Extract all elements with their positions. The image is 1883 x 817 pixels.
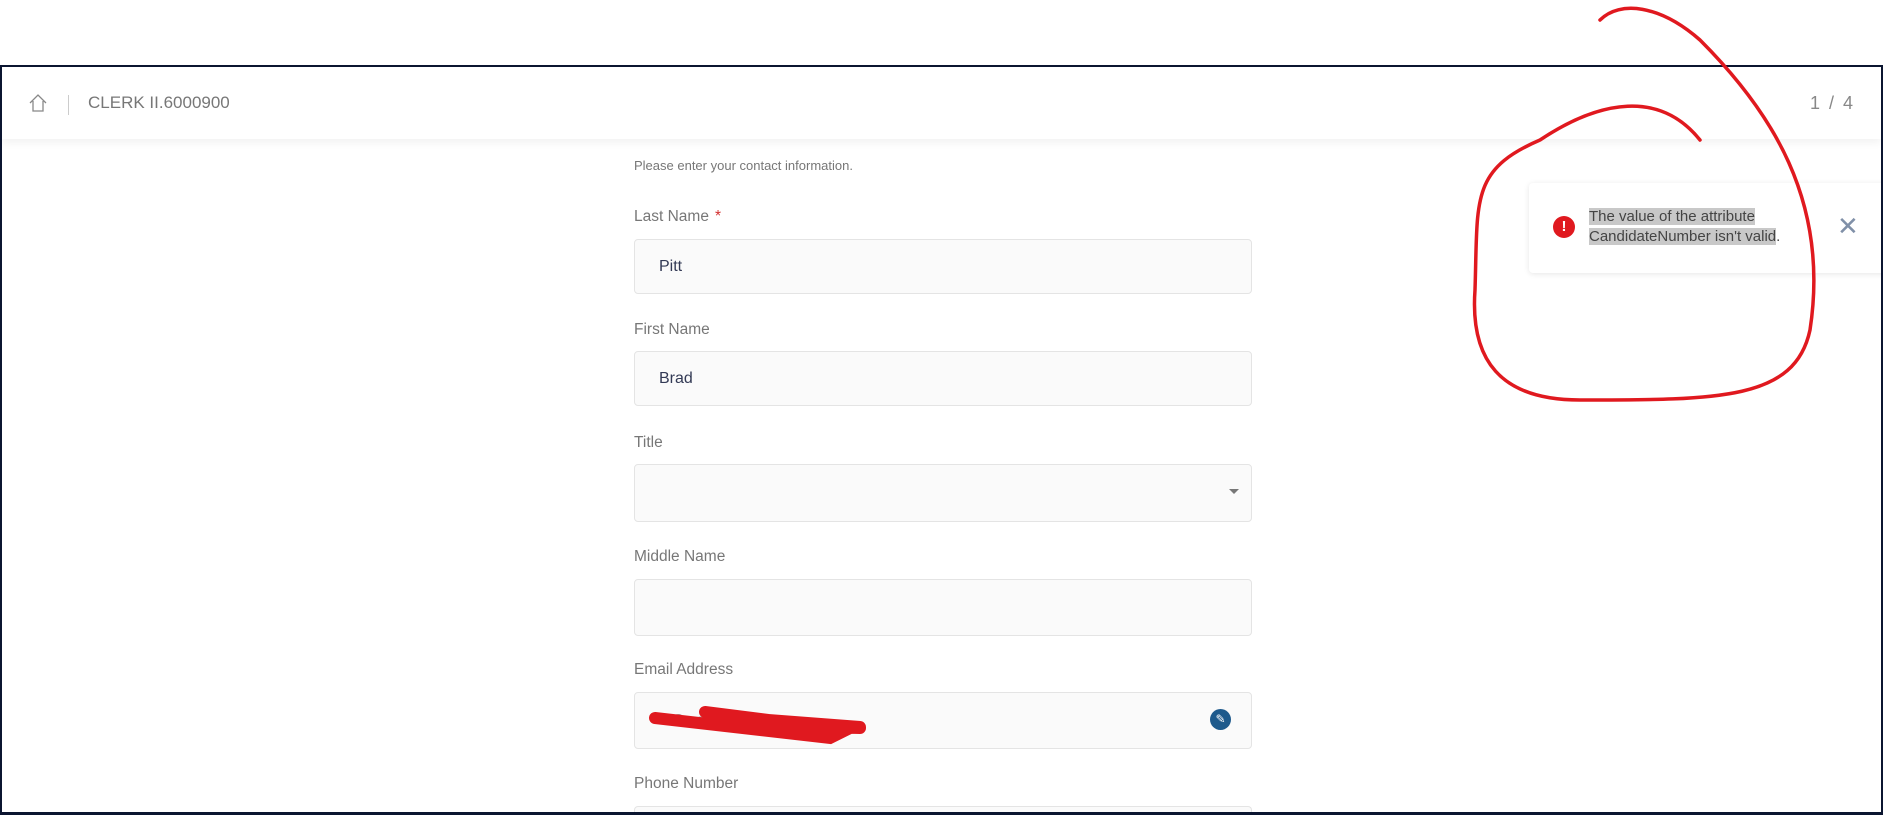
middle-name-label: Middle Name bbox=[634, 548, 726, 565]
page-indicator: 1 / 4 bbox=[1809, 93, 1855, 113]
edit-pencil-icon[interactable]: ✎ bbox=[1210, 709, 1231, 730]
title-label: Title bbox=[634, 434, 663, 451]
phone-input[interactable] bbox=[634, 806, 1252, 812]
error-toast: ! The value of the attribute CandidateNum… bbox=[1529, 183, 1881, 273]
last-name-label: Last Name * bbox=[634, 208, 721, 225]
phone-label: Phone Number bbox=[634, 775, 739, 792]
first-name-input[interactable]: Brad bbox=[634, 351, 1252, 406]
error-message: The value of the attribute CandidateNumbe… bbox=[1589, 208, 1781, 245]
form-intro: Please enter your contact information. bbox=[634, 158, 853, 173]
email-label: Email Address bbox=[634, 661, 734, 678]
page-title: CLERK II.6000900 bbox=[88, 93, 230, 112]
middle-name-input[interactable] bbox=[634, 579, 1252, 636]
title-select[interactable] bbox=[634, 464, 1252, 522]
divider bbox=[68, 95, 69, 115]
app-window: CLERK II.6000900 1 / 4 Please enter your… bbox=[0, 65, 1883, 815]
chevron-down-icon bbox=[1229, 489, 1239, 494]
last-name-input[interactable]: Pitt bbox=[634, 239, 1252, 294]
screen: CLERK II.6000900 1 / 4 Please enter your… bbox=[0, 0, 1883, 817]
error-icon: ! bbox=[1553, 216, 1575, 238]
header: CLERK II.6000900 1 / 4 bbox=[2, 67, 1881, 139]
home-icon[interactable] bbox=[28, 93, 48, 113]
first-name-label: First Name bbox=[634, 321, 710, 338]
close-icon[interactable]: ✕ bbox=[1837, 213, 1859, 239]
required-marker: * bbox=[714, 208, 721, 225]
email-input[interactable]: ...@...com ✎ bbox=[634, 692, 1252, 749]
